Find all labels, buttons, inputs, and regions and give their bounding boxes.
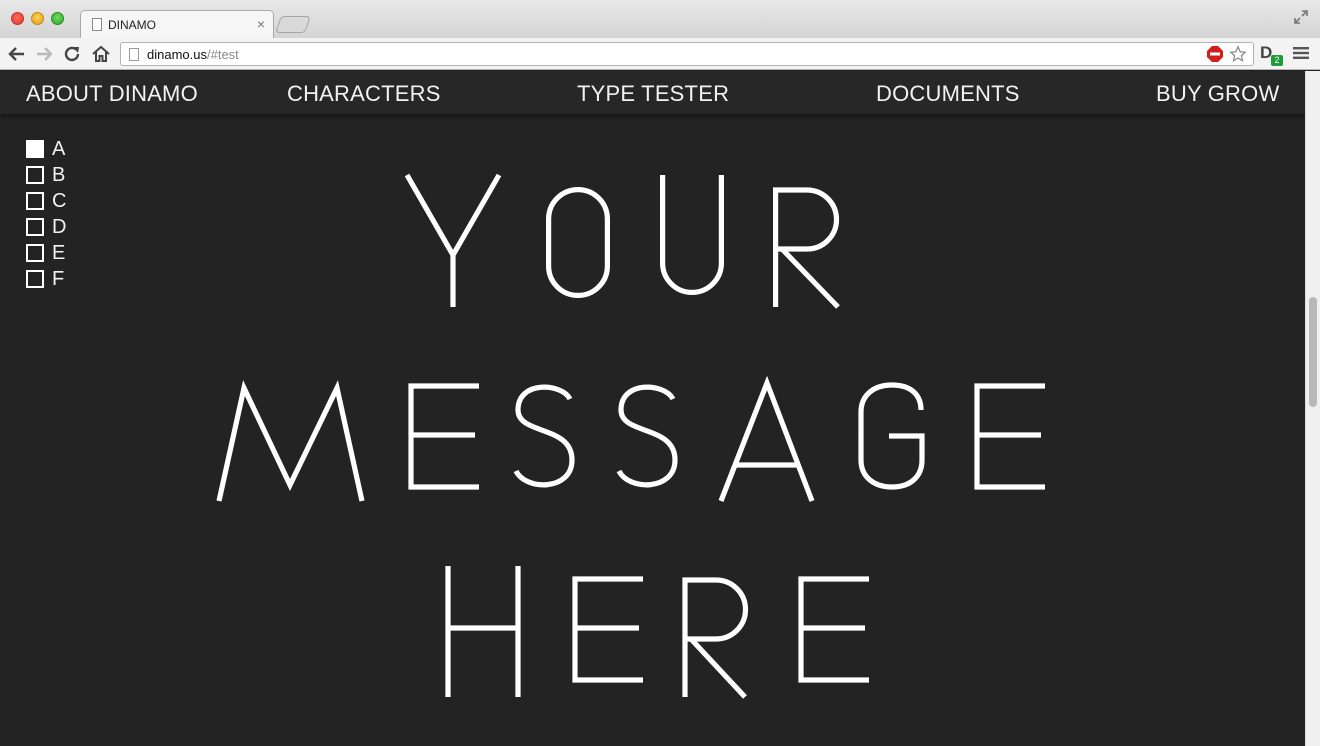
- option-checkbox[interactable]: [26, 166, 44, 184]
- tab-title: DINAMO: [108, 18, 156, 32]
- new-tab-button[interactable]: [275, 16, 311, 33]
- bookmark-star-icon[interactable]: [1229, 45, 1247, 63]
- browser-toolbar: dinamo.us/#test D 2: [0, 38, 1320, 70]
- close-tab-icon[interactable]: ×: [257, 16, 265, 32]
- glyph-S: [616, 384, 678, 488]
- glyph-U: [660, 175, 724, 295]
- glyph-E: [572, 576, 643, 683]
- extension-icon[interactable]: D 2: [1260, 43, 1286, 67]
- url-text: dinamo.us/#test: [147, 47, 239, 62]
- browser-tab[interactable]: DINAMO ×: [80, 10, 274, 38]
- option-label: B: [52, 164, 66, 186]
- tester-line-2: [216, 375, 1045, 502]
- close-window-button[interactable]: [11, 12, 24, 25]
- vertical-scrollbar[interactable]: [1305, 71, 1320, 746]
- glyph-E: [798, 576, 869, 683]
- extension-badge: 2: [1271, 55, 1283, 66]
- zoom-window-button[interactable]: [51, 12, 64, 25]
- fullscreen-icon[interactable]: [1293, 9, 1309, 25]
- site-navigation: ABOUT DINAMO CHARACTERS TYPE TESTER DOCU…: [0, 71, 1305, 114]
- option-checkbox[interactable]: [26, 218, 44, 236]
- glyph-S: [513, 384, 575, 488]
- option-label: C: [52, 190, 67, 212]
- nav-buy-grow[interactable]: BUY GROW: [1156, 81, 1279, 107]
- glyph-E: [408, 383, 479, 490]
- glyph-R: [682, 577, 749, 699]
- reload-icon[interactable]: [62, 44, 82, 64]
- tester-line-3: [445, 566, 869, 699]
- option-checkbox[interactable]: [26, 270, 44, 288]
- glyph-A: [718, 375, 815, 502]
- home-icon[interactable]: [91, 44, 111, 64]
- page-icon: [92, 18, 102, 31]
- glyph-H: [445, 566, 521, 697]
- browser-titlebar: DINAMO ×: [0, 0, 1320, 38]
- option-label: E: [52, 242, 66, 264]
- minimize-window-button[interactable]: [31, 12, 44, 25]
- glyph-R: [773, 187, 840, 309]
- option-label: F: [52, 268, 65, 290]
- nav-documents[interactable]: DOCUMENTS: [876, 81, 1020, 107]
- address-bar[interactable]: dinamo.us/#test: [120, 42, 1254, 66]
- option-checkbox[interactable]: [26, 244, 44, 262]
- nav-about-dinamo[interactable]: ABOUT DINAMO: [26, 81, 198, 107]
- glyph-E: [974, 383, 1045, 490]
- menu-icon[interactable]: [1293, 46, 1309, 60]
- page-content: ABOUT DINAMO CHARACTERS TYPE TESTER DOCU…: [0, 71, 1305, 746]
- glyph-G: [858, 382, 925, 490]
- scrollbar-thumb[interactable]: [1309, 297, 1317, 407]
- option-label: D: [52, 216, 67, 238]
- adblock-icon[interactable]: [1207, 46, 1223, 62]
- page-icon: [129, 48, 139, 61]
- forward-arrow-icon[interactable]: [34, 44, 54, 64]
- nav-type-tester[interactable]: TYPE TESTER: [577, 81, 729, 107]
- type-tester-display[interactable]: [0, 71, 1305, 746]
- glyph-O: [545, 186, 610, 299]
- glyph-Y: [404, 173, 502, 307]
- glyph-M: [216, 380, 365, 502]
- option-checkbox[interactable]: [26, 192, 44, 210]
- back-arrow-icon[interactable]: [7, 44, 27, 64]
- tester-line-1: [404, 173, 840, 309]
- option-checkbox[interactable]: [26, 140, 44, 158]
- nav-characters[interactable]: CHARACTERS: [287, 81, 441, 107]
- option-label: A: [52, 138, 66, 160]
